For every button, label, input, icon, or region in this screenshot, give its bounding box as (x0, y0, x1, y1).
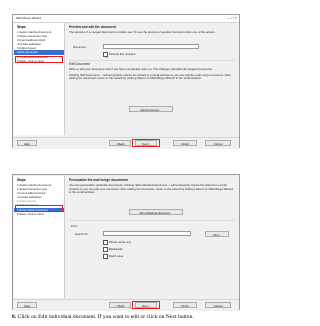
whole-words-checkbox[interactable]: Whole words only (103, 240, 131, 245)
top-next-highlight (132, 139, 160, 147)
bottom-help-button[interactable]: Help (17, 302, 37, 308)
edit-document-button[interactable]: Edit Document... (129, 106, 173, 112)
find-button[interactable]: Find... (205, 230, 229, 237)
top-divider (69, 60, 235, 61)
bottom-heading: Personalize the mail merge documents (69, 178, 128, 182)
match-case-label: Match case (109, 254, 124, 259)
whole-words-box[interactable] (103, 240, 108, 245)
edit-text-1: Write or edit your document now if you h… (69, 67, 213, 71)
top-steps-panel: Steps 1.Select starting document 2.Selec… (14, 23, 65, 135)
top-back-button[interactable]: < Back (109, 140, 131, 146)
exclude-checkbox-box[interactable] (103, 52, 108, 57)
bottom-step-8[interactable]: 8.Save, print or send (14, 212, 64, 216)
top-step-highlight (15, 56, 63, 63)
edit-text-2: Clicking 'Edit Document...' will tempora… (69, 72, 231, 81)
bottom-back-button[interactable]: < Back (109, 302, 131, 308)
bottom-next-highlight (132, 301, 160, 309)
bottom-intro: You can personalize particular documents… (69, 183, 234, 195)
bottom-footer: Help < Back Next > Finish Cancel (13, 299, 239, 311)
exclude-recipient-checkbox[interactable]: Exclude this recipient (103, 52, 135, 57)
document-field[interactable]: 1 (103, 44, 199, 59)
bottom-cancel-button[interactable]: Cancel (205, 302, 231, 308)
find-label: Find (71, 224, 77, 228)
top-titlebar: Mail Merge Wizard — ☐ ✕ (13, 15, 239, 23)
backwards-label: Backwards (109, 247, 123, 252)
bottom-steps-header: Steps (17, 178, 26, 182)
top-heading: Preview and edit the document (69, 25, 116, 29)
search-for-input[interactable] (103, 231, 191, 236)
backwards-box[interactable] (103, 247, 108, 252)
top-steps-header: Steps (17, 25, 26, 29)
bottom-wizard-window: Steps 1.Select starting document 2.Selec… (12, 174, 240, 311)
exclude-label: Exclude this recipient (109, 52, 136, 57)
top-window-title: Mail Merge Wizard (16, 16, 42, 20)
bottom-finish-button[interactable]: Finish (173, 302, 197, 308)
bottom-steps-panel: Steps 1.Select starting document 2.Selec… (14, 176, 65, 298)
search-for-label: Search for: (75, 232, 89, 236)
top-cancel-button[interactable]: Cancel (205, 140, 231, 146)
top-content: Preview and edit the document The previe… (69, 25, 235, 37)
bottom-step-highlight (15, 205, 63, 212)
match-case-checkbox[interactable]: Match case (103, 254, 123, 259)
edit-individual-document-button[interactable]: Edit individual document... (129, 209, 183, 215)
top-help-button[interactable]: Help (17, 140, 37, 146)
document-label: Document (73, 45, 86, 49)
top-edit-section: Edit Document Write or edit your documen… (69, 62, 235, 83)
caption-text: Click on Edit individual document. If yo… (16, 314, 194, 320)
top-wizard-window: Mail Merge Wizard — ☐ ✕ Steps 1.Select s… (12, 14, 240, 149)
top-finish-button[interactable]: Finish (173, 140, 197, 146)
top-window-controls[interactable]: — ☐ ✕ (227, 15, 237, 22)
top-intro: The preview of a merged document is visi… (69, 30, 216, 34)
top-footer: Help < Back Next > Finish Cancel (13, 137, 239, 149)
whole-words-label: Whole words only (109, 240, 132, 245)
backwards-checkbox[interactable]: Backwards (103, 247, 123, 252)
bottom-content: Personalize the mail merge documents You… (69, 178, 235, 197)
match-case-box[interactable] (103, 254, 108, 259)
step-caption: 8. Click on Edit individual document. If… (12, 314, 194, 320)
edit-document-heading: Edit Document (69, 62, 90, 66)
bottom-divider (69, 220, 235, 221)
